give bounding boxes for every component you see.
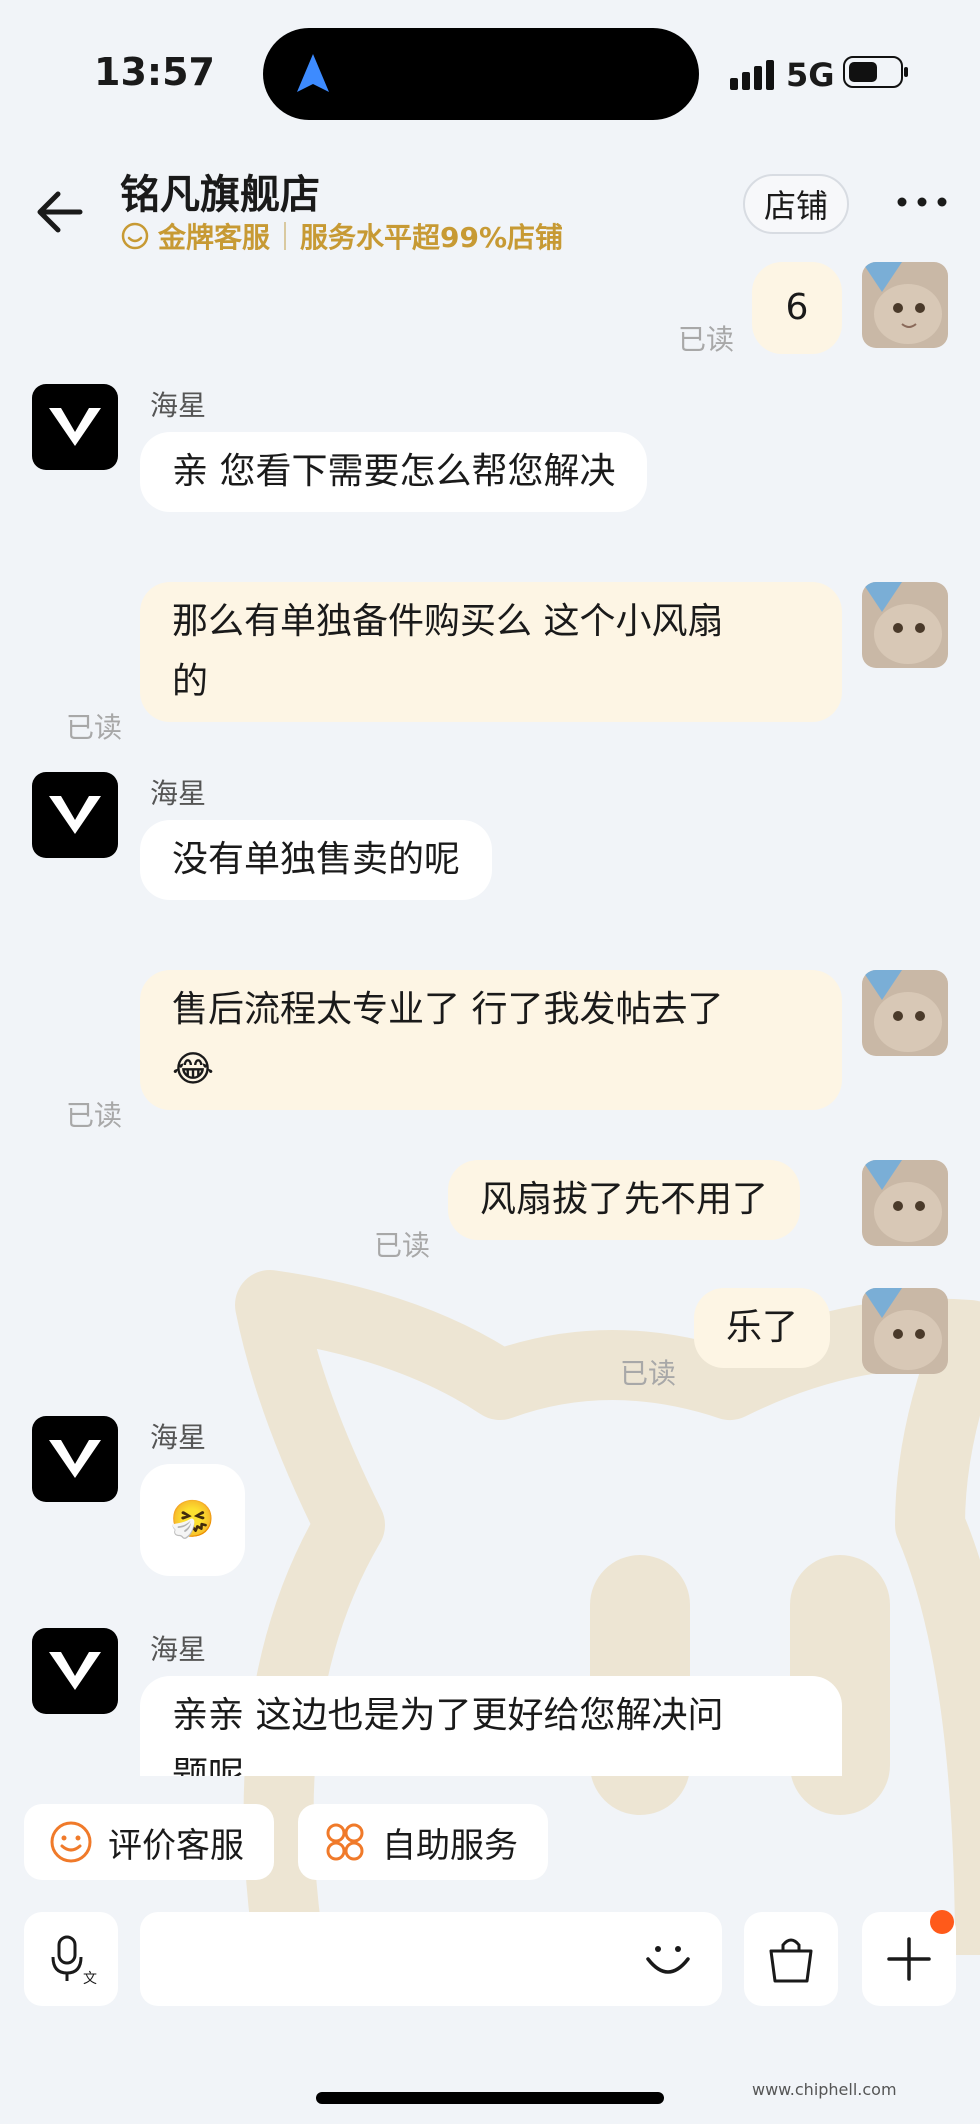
chat-header: 铭凡旗舰店 金牌客服 服务水平超99%店铺 店铺 [0,140,980,260]
shop-service-info: 金牌客服 服务水平超99%店铺 [120,216,563,256]
sender-name: 海星 [150,1421,207,1454]
message-line: 那么有单独备件购买么 这个小风扇 [172,601,724,642]
microphone-icon: 文 [51,1935,97,1987]
rate-service-button[interactable]: 评价客服 [24,1804,274,1880]
emoji-icon[interactable] [640,1931,696,1987]
service-smile-icon [121,222,149,250]
agent-avatar[interactable] [32,384,118,470]
store-button[interactable]: 店铺 [743,174,849,234]
sender-name: 海星 [150,1633,207,1666]
shop-name[interactable]: 铭凡旗舰店 [120,162,320,220]
network-label: 5G [786,56,835,94]
svg-text:文: 文 [83,1971,97,1987]
site-watermark: www.chiphell.com [752,2080,897,2099]
grid-icon [326,1823,364,1861]
message-bubble-in[interactable]: 没有单独售卖的呢 [140,820,493,900]
read-receipt: 已读 [66,711,123,744]
read-receipt: 已读 [374,1229,431,1262]
brand-logo-icon [49,1652,101,1690]
sender-name: 海星 [150,777,207,810]
message-line: 😂 [172,1049,215,1090]
product-button[interactable] [744,1912,838,2006]
more-options-icon[interactable] [896,190,948,214]
read-receipt: 已读 [66,1099,123,1132]
agent-avatar[interactable] [32,1628,118,1714]
message-bubble-in[interactable]: 亲亲 这边也是为了更好给您解决问 题呢 [140,1676,842,1776]
message-line: 的 [172,661,209,702]
back-arrow-icon[interactable] [32,182,92,242]
user-avatar[interactable] [862,1288,948,1374]
message-bubble-out[interactable]: 乐了 [694,1288,831,1368]
status-bar: 13:57 5G [0,0,980,140]
plus-icon [887,1937,931,1981]
battery-icon [843,56,908,88]
home-indicator[interactable] [316,2092,664,2104]
self-service-button[interactable]: 自助服务 [298,1804,548,1880]
sender-name: 海星 [150,389,207,422]
shopping-bag-icon [769,1938,813,1983]
user-avatar[interactable] [862,262,948,348]
read-receipt: 已读 [620,1357,677,1390]
message-list[interactable]: 6 已读 海星 亲 您看下需要怎么帮您解决 那么有单独备件购买么 这个小风扇 的… [0,262,980,1776]
dynamic-island [263,28,699,120]
message-bubble-out[interactable]: 那么有单独备件购买么 这个小风扇 的 [140,582,842,722]
message-line: 亲亲 这边也是为了更好给您解决问 [172,1695,724,1736]
user-avatar[interactable] [862,1160,948,1246]
cat-avatar-icon [862,582,948,668]
quick-action-label: 评价客服 [108,1825,244,1866]
service-level-text: 服务水平超99%店铺 [300,221,564,254]
message-line: 题呢 [172,1755,245,1776]
status-time: 13:57 [94,50,215,94]
message-line: 售后流程太专业了 行了我发帖去了 [172,989,724,1030]
message-input[interactable] [140,1912,722,2006]
agent-avatar[interactable] [32,1416,118,1502]
user-avatar[interactable] [862,970,948,1056]
message-bubble-in[interactable]: 🤧 [140,1464,245,1576]
gold-service-label: 金牌客服 [158,221,271,254]
navigation-arrow-icon [297,54,329,92]
user-avatar[interactable] [862,582,948,668]
voice-input-button[interactable]: 文 [24,1912,118,2006]
quick-action-label: 自助服务 [382,1825,518,1866]
notification-dot [930,1910,954,1934]
cat-avatar-icon [862,262,948,348]
brand-logo-icon [49,796,101,834]
cat-avatar-icon [862,1288,948,1374]
message-bubble-out[interactable]: 售后流程太专业了 行了我发帖去了 😂 [140,970,842,1110]
cat-avatar-icon [862,970,948,1056]
divider [284,222,287,250]
message-bubble-out[interactable]: 6 [752,262,842,354]
cat-avatar-icon [862,1160,948,1246]
read-receipt: 已读 [678,323,735,356]
smile-icon [50,1821,92,1863]
message-bubble-out[interactable]: 风扇拔了先不用了 [448,1160,801,1240]
brand-logo-icon [49,1440,101,1478]
signal-icon [730,60,774,90]
message-bubble-in[interactable]: 亲 您看下需要怎么帮您解决 [140,432,648,512]
brand-logo-icon [49,408,101,446]
agent-avatar[interactable] [32,772,118,858]
